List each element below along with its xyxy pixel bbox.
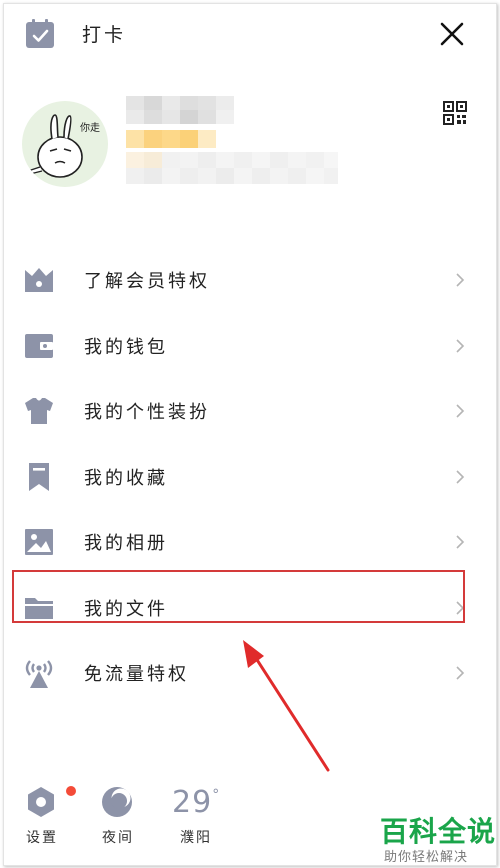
drawer-panel: 打卡 你走 了解会员特权 我的钱包 我的个性装扮 我的收藏 我的相册 我的文件 … [3,3,497,866]
profile-header[interactable]: 你走 [4,84,496,204]
calendar-check-icon[interactable] [24,18,56,50]
menu-item-vip-privileges[interactable]: 了解会员特权 [4,249,496,311]
chevron-right-icon [456,666,465,680]
menu-item-label: 我的相册 [84,533,168,554]
blur-mosaic-2 [126,130,216,148]
temperature-value: 29 [172,785,213,820]
top-bar: 打卡 [4,4,496,64]
checkin-label[interactable]: 打卡 [82,20,126,47]
svg-text:你走: 你走 [80,121,100,134]
antenna-icon [25,660,53,688]
weather-city-label: 濮阳 [180,830,212,846]
blur-mosaic-3 [126,152,338,184]
chevron-right-icon [456,404,465,418]
username-blurred [126,96,234,124]
chevron-right-icon [456,601,465,615]
settings-gear-icon [28,787,54,817]
chevron-right-icon [456,339,465,353]
chevron-right-icon [456,470,465,484]
menu-item-label: 我的个性装扮 [84,402,210,423]
avatar[interactable]: 你走 [22,101,108,187]
notification-dot [66,786,76,796]
temperature-unit: ° [212,787,221,803]
watermark-title: 百科全说 [380,815,497,848]
night-mode-button[interactable]: 夜间 [88,779,148,865]
close-icon[interactable] [438,20,466,48]
moon-icon [102,787,132,817]
menu-item-wallet[interactable]: 我的钱包 [4,315,496,377]
menu-item-album[interactable]: 我的相册 [4,511,496,573]
watermark: 百科全说 助你轻松解决 [376,810,497,865]
chevron-right-icon [456,535,465,549]
signature-blurred [126,152,338,184]
qr-code-icon[interactable] [443,101,467,125]
settings-button[interactable]: 设置 [12,779,76,865]
vip-badge-blurred [126,130,216,148]
menu-item-label: 我的文件 [84,599,168,620]
watermark-subtitle: 助你轻松解决 [384,850,469,865]
menu-item-label: 免流量特权 [84,664,189,685]
menu-item-free-data[interactable]: 免流量特权 [4,642,496,704]
avatar-illustration: 你走 [26,114,100,178]
temperature-readout[interactable]: 29° [172,785,220,820]
shirt-icon [25,398,53,424]
wallet-icon [25,334,53,358]
night-label: 夜间 [102,830,134,846]
photo-icon [25,529,53,555]
menu-item-label: 我的钱包 [84,337,168,358]
chevron-right-icon [456,273,465,287]
crown-icon [25,268,53,292]
menu-item-favorites[interactable]: 我的收藏 [4,446,496,508]
bookmark-icon [29,463,49,491]
settings-label: 设置 [26,830,58,846]
folder-icon [25,598,53,619]
menu-item-personal-decoration[interactable]: 我的个性装扮 [4,380,496,442]
blur-mosaic-1 [126,96,234,124]
menu-item-files[interactable]: 我的文件 [4,577,496,639]
menu-item-label: 了解会员特权 [84,271,210,292]
menu-item-label: 我的收藏 [84,468,168,489]
